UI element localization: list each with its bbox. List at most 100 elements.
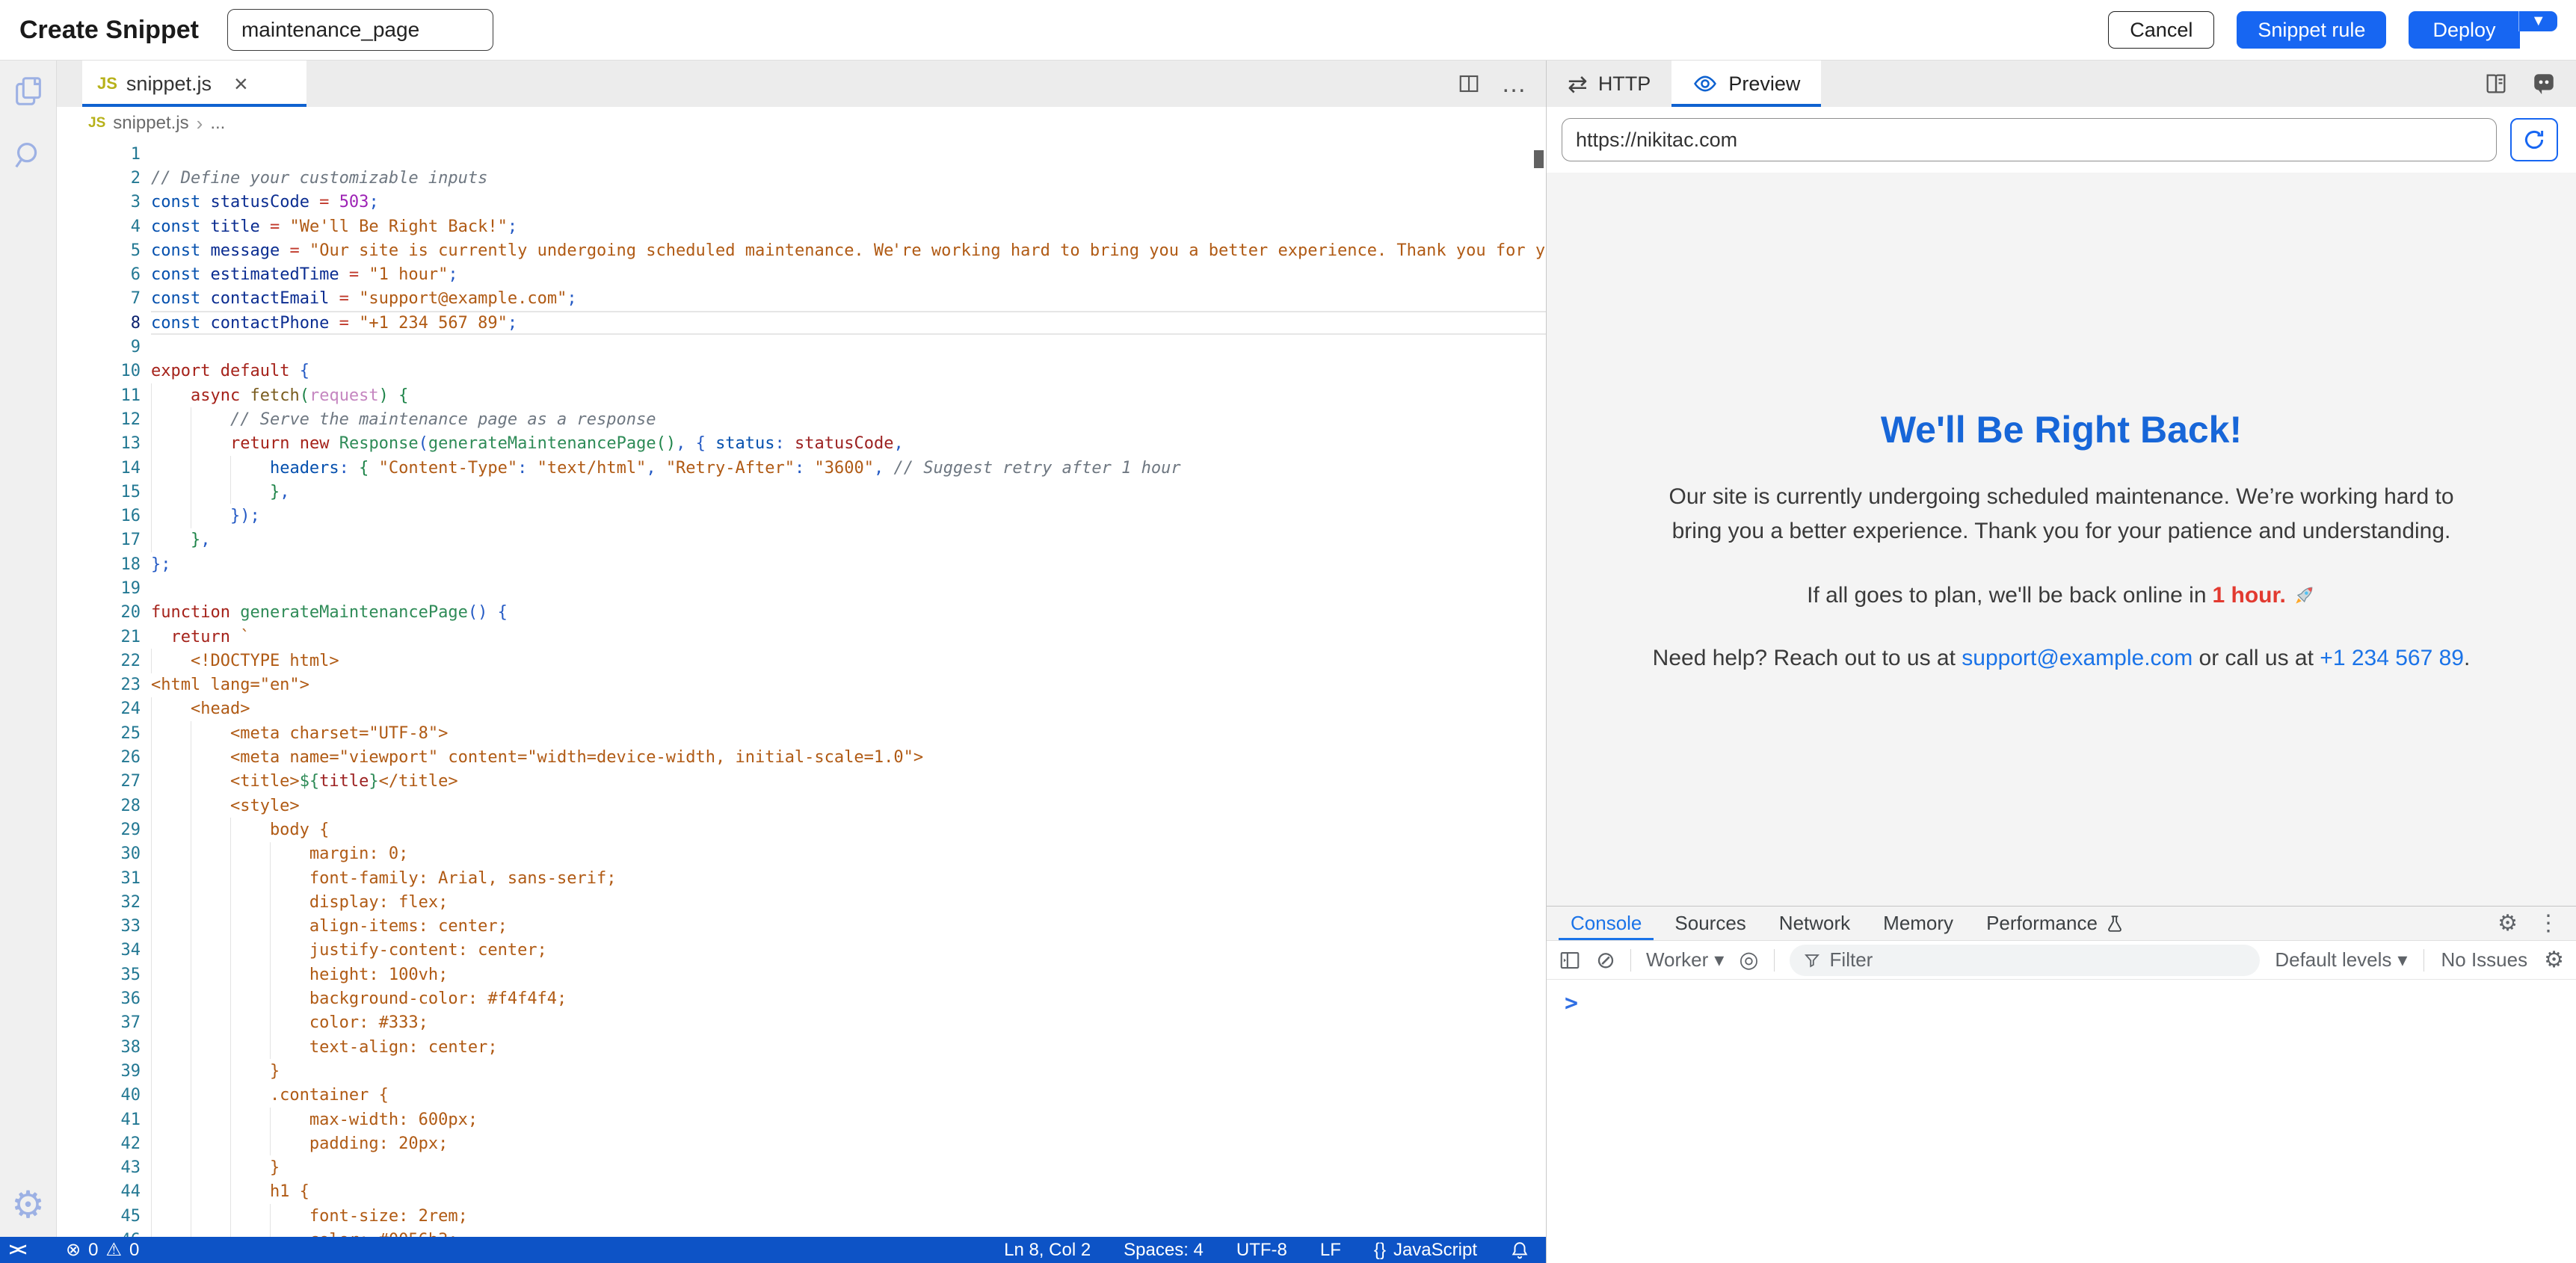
code-line-41[interactable]: 41 max-width: 600px;	[57, 1108, 1546, 1131]
console-settings-gear-icon[interactable]: ⚙	[2544, 949, 2564, 972]
breadcrumb[interactable]: JS snippet.js › ...	[57, 107, 1546, 140]
maintenance-message: Our site is currently undergoing schedul…	[1654, 480, 2469, 549]
code-line-34[interactable]: 34 justify-content: center;	[57, 939, 1546, 963]
code-line-11[interactable]: 11 async fetch(request) {	[57, 383, 1546, 407]
snippet-rule-button[interactable]: Snippet rule	[2237, 11, 2386, 49]
line-number: 37	[57, 1013, 141, 1032]
code-line-44[interactable]: 44 h1 {	[57, 1180, 1546, 1204]
code-line-3[interactable]: 3const statusCode = 503;	[57, 191, 1546, 214]
phone-link[interactable]: +1 234 567 89	[2320, 646, 2464, 670]
code-line-13[interactable]: 13 return new Response(generateMaintenan…	[57, 432, 1546, 456]
devtools-tab-memory[interactable]: Memory	[1867, 907, 1970, 940]
code-line-35[interactable]: 35 height: 100vh;	[57, 963, 1546, 986]
deploy-button[interactable]: Deploy	[2409, 11, 2519, 49]
indent-guide	[270, 939, 271, 963]
line-number: 30	[57, 844, 141, 863]
code-line-38[interactable]: 38 text-align: center;	[57, 1035, 1546, 1059]
remote-indicator-icon[interactable]: ><	[0, 1240, 36, 1261]
notifications-bell-icon[interactable]	[1510, 1241, 1529, 1260]
docs-book-icon[interactable]	[2483, 71, 2509, 96]
code-line-39[interactable]: 39 }	[57, 1059, 1546, 1083]
more-actions-icon[interactable]: …	[1501, 70, 1528, 99]
code-line-32[interactable]: 32 display: flex;	[57, 890, 1546, 914]
close-tab-icon[interactable]: ×	[234, 72, 248, 96]
encoding-setting[interactable]: UTF-8	[1236, 1240, 1287, 1261]
code-line-26[interactable]: 26 <meta name="viewport" content="width=…	[57, 745, 1546, 769]
support-email-link[interactable]: support@example.com	[1962, 646, 2193, 670]
split-editor-icon[interactable]	[1458, 72, 1480, 95]
refresh-button[interactable]	[2510, 118, 2558, 161]
code-line-17[interactable]: 17 },	[57, 528, 1546, 552]
code-editor[interactable]: 12// Define your customizable inputs3con…	[57, 140, 1546, 1237]
code-line-5[interactable]: 5const message = "Our site is currently …	[57, 238, 1546, 262]
devtools-settings-gear-icon[interactable]: ⚙	[2498, 912, 2518, 935]
code-line-36[interactable]: 36 background-color: #f4f4f4;	[57, 986, 1546, 1010]
tab-snippet-js[interactable]: JS snippet.js ×	[82, 61, 306, 107]
devtools-tab-performance[interactable]: Performance	[1970, 907, 2141, 940]
code-line-2[interactable]: 2// Define your customizable inputs	[57, 166, 1546, 190]
deploy-dropdown-button[interactable]: ▼	[2518, 11, 2557, 31]
language-mode[interactable]: {} JavaScript	[1374, 1240, 1477, 1261]
code-line-9[interactable]: 9	[57, 335, 1546, 359]
code-line-37[interactable]: 37 color: #333;	[57, 1011, 1546, 1035]
code-line-14[interactable]: 14 headers: { "Content-Type": "text/html…	[57, 456, 1546, 480]
preview-url-input[interactable]	[1562, 118, 2497, 161]
code-line-4[interactable]: 4const title = "We'll Be Right Back!";	[57, 214, 1546, 238]
devtools-tab-console[interactable]: Console	[1554, 907, 1658, 940]
console-filter-input[interactable]: Filter	[1790, 945, 2261, 976]
code-line-29[interactable]: 29 body {	[57, 818, 1546, 842]
eol-setting[interactable]: LF	[1320, 1240, 1341, 1261]
kebab-menu-icon[interactable]: ⋮	[2537, 912, 2560, 935]
code-line-1[interactable]: 1	[57, 142, 1546, 166]
console-prompt[interactable]: >	[1565, 990, 1578, 1016]
search-icon[interactable]	[11, 138, 46, 173]
code-line-42[interactable]: 42 padding: 20px;	[57, 1131, 1546, 1155]
tab-http[interactable]: ⇄ HTTP	[1547, 61, 1671, 107]
files-icon[interactable]	[11, 74, 46, 108]
issues-counter[interactable]: No Issues	[2441, 948, 2527, 972]
code-line-12[interactable]: 12 // Serve the maintenance page as a re…	[57, 407, 1546, 431]
code-line-15[interactable]: 15 },	[57, 480, 1546, 504]
code-line-25[interactable]: 25 <meta charset="UTF-8">	[57, 721, 1546, 745]
statusbar-right: Ln 8, Col 2 Spaces: 4 UTF-8 LF {} JavaSc…	[1004, 1240, 1546, 1261]
console-sidebar-toggle-icon[interactable]	[1559, 949, 1581, 972]
code-line-7[interactable]: 7const contactEmail = "support@example.c…	[57, 287, 1546, 311]
code-line-28[interactable]: 28 <style>	[57, 794, 1546, 818]
code-line-24[interactable]: 24 <head>	[57, 697, 1546, 721]
tab-preview[interactable]: Preview	[1671, 61, 1821, 107]
devtools-tab-sources[interactable]: Sources	[1658, 907, 1762, 940]
code-line-45[interactable]: 45 font-size: 2rem;	[57, 1204, 1546, 1228]
execution-context-dropdown[interactable]: Worker ▾	[1646, 948, 1724, 972]
code-line-23[interactable]: 23<html lang="en">	[57, 673, 1546, 697]
discord-icon[interactable]	[2531, 71, 2557, 96]
cancel-button[interactable]: Cancel	[2108, 11, 2214, 49]
code-line-30[interactable]: 30 margin: 0;	[57, 842, 1546, 866]
code-line-22[interactable]: 22 <!DOCTYPE html>	[57, 649, 1546, 673]
code-line-6[interactable]: 6const estimatedTime = "1 hour";	[57, 262, 1546, 286]
code-line-31[interactable]: 31 font-family: Arial, sans-serif;	[57, 866, 1546, 890]
snippet-name-input[interactable]	[227, 9, 493, 51]
code-line-40[interactable]: 40 .container {	[57, 1084, 1546, 1108]
code-line-46[interactable]: 46 color: #0056b3;	[57, 1228, 1546, 1237]
clear-console-icon[interactable]: ⊘	[1596, 948, 1615, 972]
console-output[interactable]: >	[1547, 980, 2576, 1263]
code-line-10[interactable]: 10export default {	[57, 359, 1546, 383]
indentation-setting[interactable]: Spaces: 4	[1124, 1240, 1204, 1261]
code-line-27[interactable]: 27 <title>${title}</title>	[57, 770, 1546, 794]
live-expression-eye-icon[interactable]: ◎	[1739, 949, 1758, 972]
devtools-tab-network[interactable]: Network	[1763, 907, 1867, 940]
editor-pane: ⚙ JS snippet.js ×	[0, 61, 1546, 1263]
cursor-position[interactable]: Ln 8, Col 2	[1004, 1240, 1091, 1261]
settings-gear-icon[interactable]: ⚙	[11, 1186, 45, 1223]
code-line-20[interactable]: 20function generateMaintenancePage() {	[57, 601, 1546, 625]
code-line-16[interactable]: 16 });	[57, 504, 1546, 528]
code-line-43[interactable]: 43 }	[57, 1155, 1546, 1179]
breadcrumb-more[interactable]: ...	[210, 113, 225, 134]
log-levels-dropdown[interactable]: Default levels ▾	[2275, 948, 2407, 972]
code-line-33[interactable]: 33 align-items: center;	[57, 915, 1546, 939]
code-line-8[interactable]: 8const contactPhone = "+1 234 567 89";	[57, 311, 1546, 335]
code-line-19[interactable]: 19	[57, 576, 1546, 600]
problems-indicator[interactable]: ⊗ 0 ⚠ 0	[66, 1239, 139, 1261]
code-line-18[interactable]: 18};	[57, 552, 1546, 576]
code-line-21[interactable]: 21 return `	[57, 625, 1546, 649]
